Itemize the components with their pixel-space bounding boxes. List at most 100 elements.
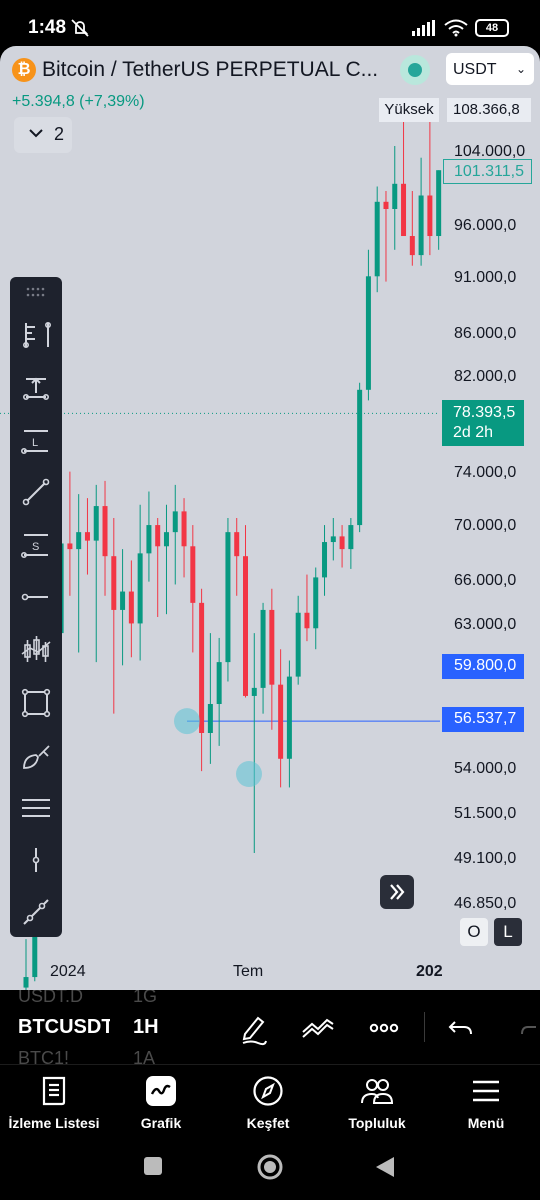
parallel-lines-icon [22, 799, 50, 817]
candle-body [181, 511, 187, 547]
price-tick-label: 82.000,0 [454, 368, 517, 385]
nav-label-community: Topluluk [348, 1115, 406, 1131]
timeframe-next[interactable]: 1A [133, 1048, 155, 1064]
indicator-count: 2 [54, 124, 65, 144]
undo-button[interactable] [444, 1010, 480, 1046]
wifi-icon [444, 19, 468, 37]
pattern-icon [21, 636, 51, 662]
back-icon[interactable] [374, 1155, 396, 1179]
long-position-icon [23, 377, 49, 400]
candle-body [286, 676, 292, 759]
price-tick-label: 74.000,0 [454, 464, 517, 481]
price-tick-label: 96.000,0 [454, 217, 517, 234]
fib-retracement-tool[interactable] [18, 317, 54, 353]
horizontal-ray-tool[interactable] [18, 579, 54, 615]
chart-area[interactable]: ₿ Bitcoin / TetherUS PERPETUAL C... USDT… [0, 46, 540, 990]
parallel-lines-tool[interactable] [18, 790, 54, 826]
nav-label-explore: Keşfet [246, 1115, 290, 1131]
candle-body [304, 612, 310, 629]
price-label-icon: L [20, 430, 48, 454]
bitcoin-icon: ₿ [12, 58, 36, 82]
recents-icon[interactable] [143, 1156, 163, 1176]
currency-select[interactable]: USDT ⌄ [446, 53, 534, 85]
pencil-icon [242, 1016, 267, 1046]
candle-body [111, 556, 117, 610]
long-position-tool[interactable] [18, 369, 54, 405]
drawing-tools-button[interactable] [236, 1010, 272, 1046]
price-tick-label: 54.000,0 [454, 760, 517, 777]
nav-explore[interactable]: Keşfet [213, 1073, 323, 1131]
candle-body [269, 609, 275, 685]
vertical-line-tool[interactable] [18, 842, 54, 878]
candle-body [383, 201, 389, 209]
battery-icon: 48 [475, 19, 509, 37]
drawing-toolbar: LS [10, 277, 62, 937]
candle-body [137, 553, 143, 624]
scale-log-button[interactable]: L [494, 918, 522, 946]
chart-header: ₿ Bitcoin / TetherUS PERPETUAL C... [12, 56, 392, 84]
candle-body [225, 532, 231, 663]
menu-icon [473, 1080, 499, 1102]
status-bar: 1:48 48 [0, 0, 540, 46]
candle-body [322, 542, 328, 578]
nav-chart[interactable]: Grafik [106, 1073, 216, 1131]
high-value: 108.366,8 [447, 98, 531, 122]
nav-watchlist[interactable]: İzleme Listesi [0, 1073, 109, 1131]
market-open-indicator[interactable] [400, 55, 430, 85]
signal-icon [412, 20, 435, 36]
nav-menu[interactable]: Menü [431, 1073, 540, 1131]
candle-body [401, 183, 407, 237]
symbol-selector[interactable]: BTCUSDT [18, 1016, 110, 1039]
candle-body [216, 662, 222, 704]
level-tag-2[interactable]: 56.537,7 [442, 707, 524, 732]
price-tick-label: 70.000,0 [454, 517, 517, 534]
indicators-toggle[interactable]: 2 [14, 117, 72, 153]
signpost-tool[interactable]: S [18, 527, 54, 563]
indicators-button[interactable] [300, 1010, 336, 1046]
system-navigation [0, 1140, 540, 1200]
candle-body [67, 543, 73, 550]
candle-body [163, 532, 169, 547]
symbol-title[interactable]: Bitcoin / TetherUS PERPETUAL C... [42, 58, 387, 82]
rectangle-tool[interactable] [18, 685, 54, 721]
more-options-button[interactable] [366, 1010, 402, 1046]
time-label-2024: 2024 [50, 963, 86, 980]
measure-tool[interactable] [18, 894, 54, 930]
symbol-next[interactable]: BTC1! [18, 1048, 69, 1064]
price-tick-label: 66.000,0 [454, 572, 517, 589]
chart-icon [146, 1076, 176, 1106]
candle-body [199, 602, 205, 733]
level-tag-1[interactable]: 59.800,0 [442, 654, 524, 679]
trend-line-tool[interactable] [18, 474, 54, 510]
candle-body [76, 532, 82, 550]
rectangle-icon [21, 688, 51, 718]
candle-body [172, 511, 178, 533]
nav-community[interactable]: Topluluk [322, 1073, 432, 1131]
chevron-down-icon [29, 129, 43, 138]
scroll-to-realtime-button[interactable] [380, 875, 414, 909]
drawing-anchor-point [174, 708, 200, 735]
horizontal-ray-icon [21, 593, 48, 601]
scale-auto-button[interactable]: O [460, 918, 488, 946]
community-icon [361, 1079, 394, 1104]
watchlist-icon [42, 1076, 66, 1106]
candle-body [128, 591, 134, 624]
compass-icon [253, 1076, 283, 1106]
timeframe-prev[interactable]: 1G [133, 990, 157, 1007]
pattern-tool[interactable] [18, 632, 54, 668]
brush-tool[interactable] [18, 738, 54, 774]
home-icon[interactable] [256, 1153, 284, 1181]
candle-body [374, 201, 380, 277]
svg-text:S: S [32, 541, 39, 553]
timeframe-selector[interactable]: 1H [133, 1016, 159, 1039]
chevron-down-icon: ⌄ [515, 62, 526, 76]
candle-body [251, 687, 257, 696]
current-price-tag: 101.311,5 [443, 159, 532, 184]
undo-icon [448, 1021, 472, 1035]
symbol-prev[interactable]: USDT.D [18, 990, 83, 1007]
drag-handle-icon[interactable] [26, 287, 46, 299]
redo-button[interactable] [516, 1010, 540, 1046]
price-label-tool[interactable]: L [18, 423, 54, 459]
svg-text:L: L [32, 437, 38, 449]
double-chevron-right-icon [390, 884, 405, 900]
